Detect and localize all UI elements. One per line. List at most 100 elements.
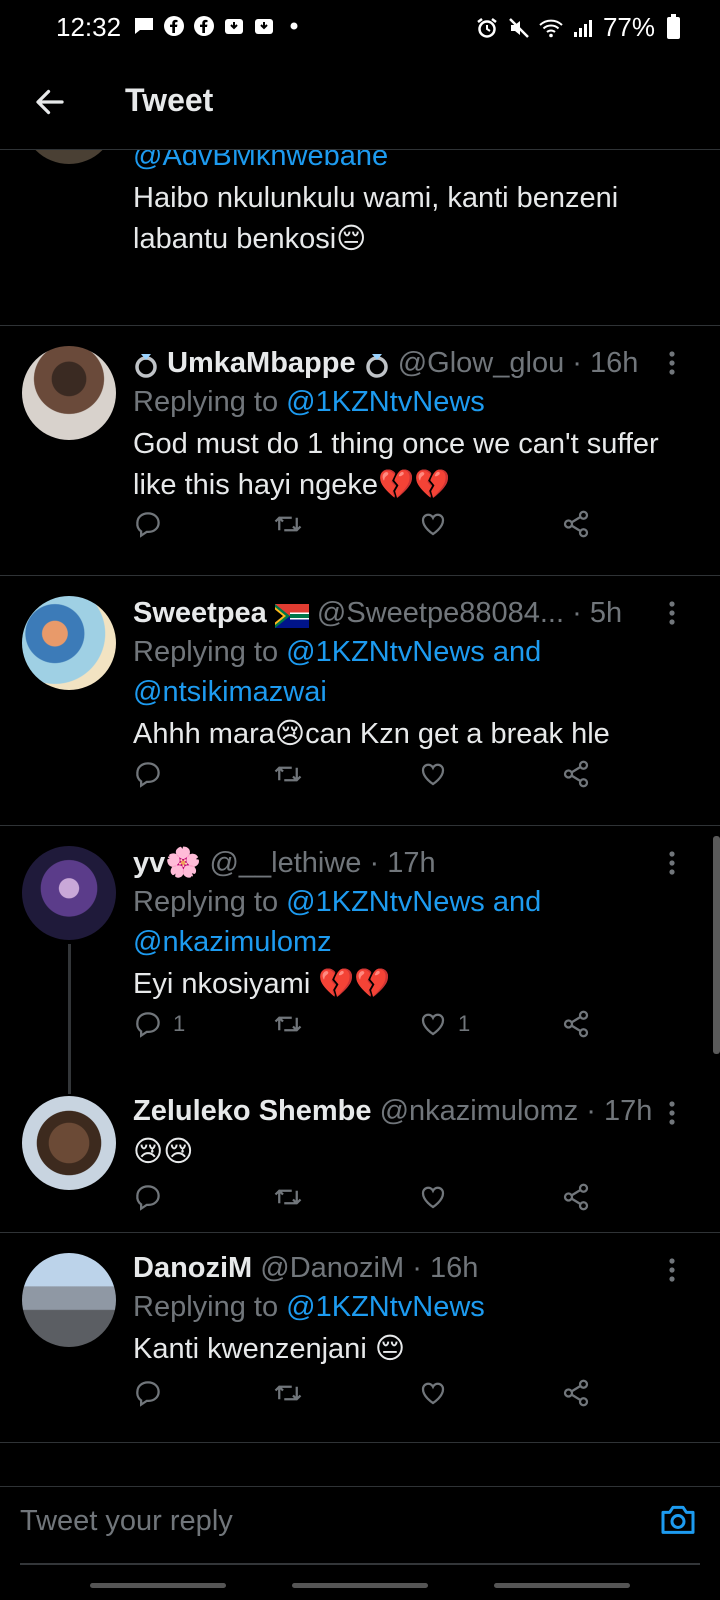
like-button[interactable] xyxy=(418,509,458,539)
mute-icon xyxy=(509,17,529,38)
avatar[interactable] xyxy=(22,1096,116,1190)
reply-count: 1 xyxy=(173,1011,186,1036)
reply-input[interactable] xyxy=(20,1501,620,1541)
wifi-icon xyxy=(539,19,563,37)
tweet-text: 😢😢 xyxy=(133,1136,194,1168)
tweet-time[interactable]: 17h xyxy=(604,1095,652,1127)
like-count: 1 xyxy=(458,1011,471,1036)
reply-icon xyxy=(136,1381,160,1407)
like-icon xyxy=(421,513,445,536)
reply-button[interactable] xyxy=(133,1378,173,1408)
avatar[interactable] xyxy=(22,1253,116,1347)
author-handle[interactable]: @nkazimulomz xyxy=(380,1095,579,1127)
retweet-icon xyxy=(274,766,302,782)
share-button[interactable] xyxy=(561,1182,591,1212)
notification-icons xyxy=(132,14,306,38)
retweet-button[interactable] xyxy=(273,509,303,539)
mention-link[interactable]: @1KZNtvNews and xyxy=(286,636,541,668)
tweet-partial[interactable]: @AdvBMkhwebane Haibo nkulunkulu wami, ka… xyxy=(0,150,720,326)
share-button[interactable] xyxy=(561,1378,591,1408)
replying-to-cont: @nkazimulomz xyxy=(133,922,696,962)
author-handle[interactable]: @__lethiwe xyxy=(209,847,361,879)
like-button[interactable] xyxy=(418,1378,458,1408)
share-icon xyxy=(563,760,589,788)
author-name[interactable]: DanoziM xyxy=(133,1252,252,1284)
mention-link[interactable]: @ntsikimazwai xyxy=(133,676,327,708)
page-title: Tweet xyxy=(125,82,214,118)
reply-button[interactable] xyxy=(133,1182,173,1212)
retweet-button[interactable] xyxy=(273,1378,303,1408)
status-bar: 12:32 77% xyxy=(0,0,720,56)
retweet-icon xyxy=(274,1385,302,1401)
author-name[interactable]: yv🌸 xyxy=(133,847,201,879)
tweet[interactable]: Sweetpea @Sweetpe88084... · 5h Replying … xyxy=(0,576,720,826)
author-handle[interactable]: @DanoziM xyxy=(260,1252,404,1284)
tweet-text: God must do 1 thing once we can't suffer… xyxy=(133,428,659,501)
partial-handle[interactable]: @AdvBMkhwebane xyxy=(133,150,696,176)
reply-feed[interactable]: @AdvBMkhwebane Haibo nkulunkulu wami, ka… xyxy=(0,150,720,1486)
download-icon xyxy=(225,19,243,34)
back-arrow-icon[interactable] xyxy=(32,84,68,120)
tweet[interactable]: DanoziM @DanoziM · 16h Replying to @1KZN… xyxy=(0,1233,720,1443)
like-button[interactable] xyxy=(418,759,458,789)
share-icon xyxy=(563,1183,589,1211)
download-icon xyxy=(255,19,273,34)
reply-button[interactable]: 1 xyxy=(133,1009,185,1039)
like-button[interactable] xyxy=(418,1182,458,1212)
tweet-time[interactable]: 17h xyxy=(387,847,435,879)
share-button[interactable] xyxy=(561,509,591,539)
replying-to-cont: @ntsikimazwai xyxy=(133,672,696,712)
nav-home-handle[interactable] xyxy=(292,1583,428,1588)
tweet[interactable]: UmkaMbappe @Glow_glou · 16h Replying to … xyxy=(0,326,720,576)
tweet-actions xyxy=(133,1182,603,1216)
retweet-button[interactable] xyxy=(273,759,303,789)
battery-icon xyxy=(667,13,680,39)
tweet[interactable]: Zeluleko Shembe @nkazimulomz · 17h 😢😢 xyxy=(0,1076,720,1233)
scrollbar[interactable] xyxy=(713,836,720,1054)
tweet-text: Haibo nkulunkulu wami, kanti benzeni lab… xyxy=(133,182,619,255)
like-icon xyxy=(421,1382,445,1405)
mention-link[interactable]: @1KZNtvNews xyxy=(286,386,485,418)
system-icons: 77% xyxy=(475,12,680,43)
share-icon xyxy=(563,1010,589,1038)
camera-icon[interactable] xyxy=(658,1499,698,1539)
avatar[interactable] xyxy=(22,846,116,940)
status-time: 12:32 xyxy=(56,12,122,42)
tweet-text: Kanti kwenzenjani 😔 xyxy=(133,1333,406,1365)
tweet-header: yv🌸 @__lethiwe · 17h xyxy=(133,844,696,882)
mention-link[interactable]: @1KZNtvNews and xyxy=(286,886,541,918)
retweet-button[interactable] xyxy=(273,1009,303,1039)
tweet-time[interactable]: 16h xyxy=(590,347,638,379)
tweet-time[interactable]: 5h xyxy=(590,597,622,629)
author-name[interactable]: UmkaMbappe xyxy=(167,347,356,379)
share-button[interactable] xyxy=(561,1009,591,1039)
avatar[interactable] xyxy=(22,596,116,690)
like-button[interactable]: 1 xyxy=(418,1009,470,1039)
tweet-actions: 1 1 xyxy=(133,1009,603,1043)
separator-dot: · xyxy=(578,1095,605,1127)
tweet-actions xyxy=(133,1378,603,1412)
nav-recents-handle[interactable] xyxy=(90,1583,226,1588)
mention-link[interactable]: @nkazimulomz xyxy=(133,926,332,958)
replying-to: Replying to @1KZNtvNews xyxy=(133,1291,485,1323)
system-navigation-bar xyxy=(0,1566,720,1600)
mention-link[interactable]: @1KZNtvNews xyxy=(286,1291,485,1323)
author-name[interactable]: Zeluleko Shembe xyxy=(133,1095,372,1127)
reply-button[interactable] xyxy=(133,759,173,789)
author-handle[interactable]: @Sweetpe88084... xyxy=(317,597,564,629)
retweet-button[interactable] xyxy=(273,1182,303,1212)
avatar[interactable] xyxy=(22,150,116,164)
tweet-time[interactable]: 16h xyxy=(430,1252,478,1284)
avatar[interactable] xyxy=(22,346,116,440)
battery-percent: 77% xyxy=(602,12,655,42)
share-button[interactable] xyxy=(561,759,591,789)
nav-back-handle[interactable] xyxy=(494,1583,630,1588)
reply-composer xyxy=(0,1486,720,1566)
reply-button[interactable] xyxy=(133,509,173,539)
author-handle[interactable]: @Glow_glou xyxy=(398,347,564,379)
top-app-bar: Tweet xyxy=(0,56,720,150)
reply-icon xyxy=(136,512,160,538)
author-name[interactable]: Sweetpea xyxy=(133,597,267,629)
retweet-icon xyxy=(274,1016,302,1032)
tweet-header: DanoziM @DanoziM · 16h xyxy=(133,1249,696,1287)
